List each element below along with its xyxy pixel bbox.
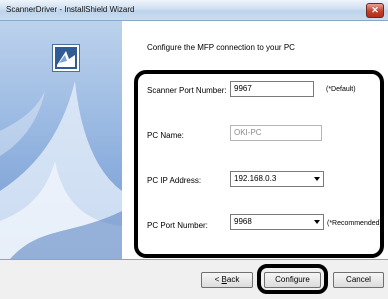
cancel-button[interactable]: Cancel	[333, 272, 384, 288]
button-bar	[0, 259, 388, 299]
page-heading: Configure the MFP connection to your PC	[147, 43, 295, 52]
configure-highlight-frame	[257, 264, 328, 294]
title-bar: ScannerDriver - InstallShield Wizard ✕	[0, 0, 388, 21]
back-button-label: ack	[226, 275, 240, 284]
window-title: ScannerDriver - InstallShield Wizard	[6, 5, 135, 14]
settings-highlight-frame	[134, 70, 384, 258]
wizard-side-banner	[0, 21, 122, 259]
installer-logo-icon	[52, 44, 80, 72]
back-button[interactable]: < Back	[201, 272, 253, 288]
close-icon[interactable]: ✕	[366, 3, 384, 18]
back-button-prefix: <	[214, 275, 222, 284]
